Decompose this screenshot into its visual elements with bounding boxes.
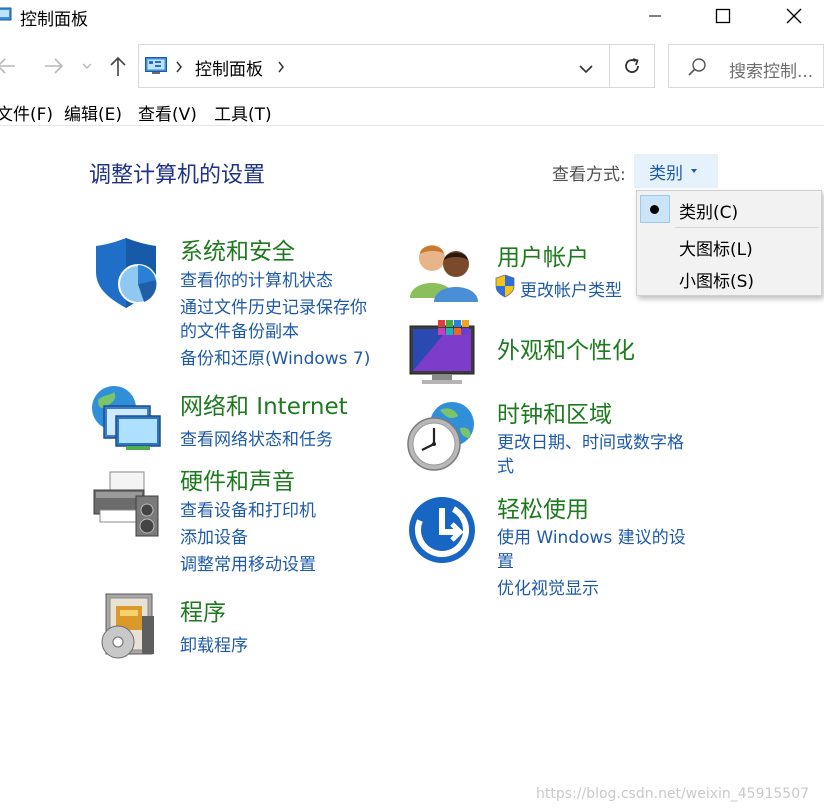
dropdown-item-category[interactable]: 类别(C) (637, 193, 821, 225)
navigation-bar: 控制面板 搜索控制... (0, 42, 824, 90)
up-button[interactable] (106, 54, 130, 78)
link-uninstall-program[interactable]: 卸载程序 (180, 631, 248, 656)
menu-edit[interactable]: 编辑(E) (64, 100, 122, 125)
link-backup-restore[interactable]: 备份和还原(Windows 7) (180, 344, 370, 369)
dropdown-separator (675, 227, 819, 228)
up-arrow-icon (110, 56, 126, 76)
category-programs[interactable]: 程序 (180, 593, 226, 627)
dropdown-item-label: 小图标(S) (679, 272, 755, 292)
dropdown-item-label: 类别(C) (679, 203, 739, 223)
maximize-button[interactable] (700, 0, 746, 32)
link-mobility-settings[interactable]: 调整常用移动设置 (180, 550, 316, 575)
breadcrumb-separator-icon[interactable] (277, 59, 285, 78)
chevron-down-icon (82, 63, 92, 69)
back-button[interactable] (0, 54, 18, 78)
control-panel-icon (145, 57, 167, 75)
printer-icon[interactable] (90, 470, 162, 542)
breadcrumb-separator-icon[interactable] (175, 59, 183, 78)
link-add-device[interactable]: 添加设备 (180, 523, 248, 548)
control-panel-app-icon (0, 7, 12, 23)
radio-dot-icon (650, 205, 659, 214)
minimize-button[interactable] (632, 0, 678, 32)
link-optimize-visual-display[interactable]: 优化视觉显示 (497, 574, 599, 599)
link-check-computer-status[interactable]: 查看你的计算机状态 (180, 266, 333, 291)
title-bar: 控制面板 (0, 0, 824, 34)
dropdown-item-label: 大图标(L) (679, 240, 753, 260)
maximize-icon (715, 8, 731, 24)
menu-tools[interactable]: 工具(T) (214, 100, 272, 125)
view-by-button[interactable]: 类别 (634, 154, 718, 188)
search-icon (687, 57, 707, 81)
refresh-icon (625, 58, 639, 73)
link-change-date-time-cont[interactable]: 式 (497, 452, 514, 477)
view-by-label: 查看方式: (552, 165, 626, 185)
link-change-account-type[interactable]: 更改帐户类型 (520, 276, 622, 301)
menu-bar: 文件(F) 编辑(E) 查看(V) 工具(T) (0, 96, 824, 126)
link-file-history-cont[interactable]: 的文件备份副本 (180, 317, 299, 342)
chevron-down-icon (579, 65, 593, 74)
category-appearance-personalization[interactable]: 外观和个性化 (497, 331, 635, 365)
recent-locations-button[interactable] (78, 54, 96, 78)
view-by-dropdown-menu: 类别(C) 大图标(L) 小图标(S) (636, 190, 822, 296)
link-windows-suggest-settings-cont[interactable]: 置 (497, 547, 514, 572)
network-icon[interactable] (90, 384, 162, 456)
watermark-text: https://blog.csdn.net/weixin_45915507 (536, 786, 810, 802)
search-box[interactable]: 搜索控制... (668, 44, 824, 88)
breadcrumb-control-panel[interactable]: 控制面板 (195, 55, 263, 80)
ease-of-access-icon[interactable] (408, 496, 480, 568)
uac-shield-icon (494, 274, 516, 298)
forward-button[interactable] (42, 54, 66, 78)
address-history-dropdown[interactable] (579, 59, 593, 78)
link-network-status[interactable]: 查看网络状态和任务 (180, 425, 333, 450)
user-accounts-icon[interactable] (408, 240, 480, 312)
close-icon (786, 8, 802, 24)
menu-file[interactable]: 文件(F) (0, 100, 53, 125)
back-arrow-icon (0, 58, 15, 74)
link-windows-suggest-settings[interactable]: 使用 Windows 建议的设 (497, 523, 686, 548)
address-bar[interactable]: 控制面板 (138, 44, 610, 88)
view-by-value: 类别 (649, 163, 683, 184)
appearance-icon[interactable] (408, 318, 480, 390)
link-change-date-time[interactable]: 更改日期、时间或数字格 (497, 428, 684, 453)
category-network-internet[interactable]: 网络和 Internet (180, 387, 348, 421)
category-clock-region[interactable]: 时钟和区域 (497, 395, 612, 429)
category-hardware-sound[interactable]: 硬件和声音 (180, 462, 295, 496)
forward-arrow-icon (45, 58, 64, 74)
dropdown-item-small-icons[interactable]: 小图标(S) (637, 262, 821, 294)
menu-view[interactable]: 查看(V) (138, 100, 197, 125)
link-file-history[interactable]: 通过文件历史记录保存你 (180, 293, 367, 318)
category-user-accounts[interactable]: 用户帐户 (497, 238, 589, 272)
close-button[interactable] (771, 0, 817, 32)
page-title: 调整计算机的设置 (89, 163, 266, 188)
dropdown-arrow-icon (691, 169, 697, 173)
refresh-button[interactable] (609, 44, 655, 88)
minimize-icon (649, 15, 661, 17)
search-input[interactable]: 搜索控制... (729, 57, 813, 82)
clock-globe-icon[interactable] (406, 400, 478, 472)
category-system-security[interactable]: 系统和安全 (180, 232, 295, 266)
category-ease-of-access[interactable]: 轻松使用 (497, 490, 589, 524)
programs-icon[interactable] (96, 592, 168, 664)
shield-icon[interactable] (90, 238, 162, 310)
link-devices-printers[interactable]: 查看设备和打印机 (180, 496, 316, 521)
window-title: 控制面板 (20, 10, 88, 30)
dropdown-item-large-icons[interactable]: 大图标(L) (637, 230, 821, 262)
